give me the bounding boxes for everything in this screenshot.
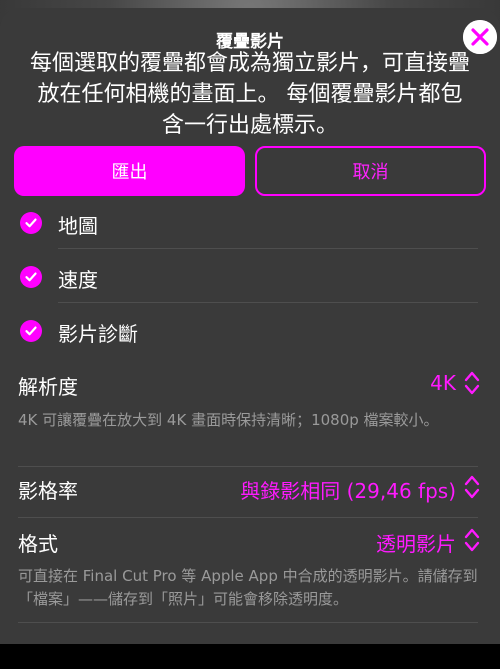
- overlay-option-speed[interactable]: 速度: [0, 252, 500, 302]
- divider: [58, 302, 478, 303]
- export-button[interactable]: 匯出: [14, 146, 245, 196]
- checkmark-icon: [20, 320, 42, 342]
- checkmark-icon: [20, 266, 42, 288]
- sheet-description: 每個選取的覆疊都會成為獨立影片，可直接疊放在任何相機的畫面上。 每個覆疊影片都包…: [30, 51, 471, 138]
- checkmark-icon: [20, 212, 42, 234]
- overlay-option-video-diagnostics[interactable]: 影片診斷: [0, 306, 500, 356]
- overlay-option-label: 地圖: [58, 214, 98, 238]
- resolution-label: 解析度: [18, 375, 78, 399]
- divider: [18, 622, 478, 623]
- overlay-option-map[interactable]: 地圖: [0, 198, 500, 248]
- chevron-up-down-icon[interactable]: [462, 473, 482, 501]
- chevron-up-down-icon[interactable]: [462, 526, 482, 554]
- chevron-up-down-icon[interactable]: [462, 369, 482, 397]
- cancel-button[interactable]: 取消: [255, 146, 486, 196]
- home-indicator-area: [0, 644, 500, 669]
- format-picker[interactable]: 透明影片: [376, 528, 456, 557]
- format-label: 格式: [18, 532, 58, 556]
- frame-rate-label: 影格率: [18, 479, 78, 503]
- resolution-picker[interactable]: 4K: [430, 371, 456, 395]
- overlay-option-label: 影片診斷: [58, 322, 138, 346]
- divider: [18, 517, 478, 518]
- overlay-export-sheet: 覆疊影片 每個選取的覆疊都會成為獨立影片，可直接疊放在任何相機的畫面上。 每個覆…: [0, 8, 500, 644]
- overlay-option-label: 速度: [58, 268, 98, 292]
- resolution-note: 4K 可讓覆疊在放大到 4K 畫面時保持清晰；1080p 檔案較小。: [18, 411, 439, 429]
- divider: [58, 248, 478, 249]
- divider: [18, 466, 478, 467]
- format-note: 可直接在 Final Cut Pro 等 Apple App 中合成的透明影片。…: [18, 567, 478, 608]
- frame-rate-picker[interactable]: 與錄影相同 (29,46 fps): [240, 475, 456, 504]
